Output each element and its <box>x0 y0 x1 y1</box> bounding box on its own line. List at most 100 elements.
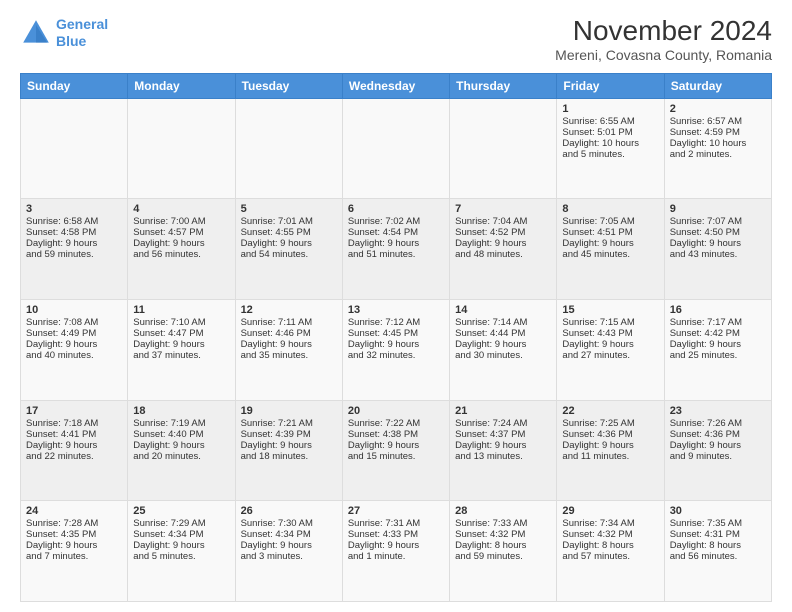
calendar-cell: 28Sunrise: 7:33 AMSunset: 4:32 PMDayligh… <box>450 501 557 602</box>
day-info: and 22 minutes. <box>26 451 122 462</box>
day-number: 23 <box>670 405 766 417</box>
day-info: Daylight: 10 hours <box>670 138 766 149</box>
calendar-cell: 11Sunrise: 7:10 AMSunset: 4:47 PMDayligh… <box>128 300 235 401</box>
day-info: Daylight: 9 hours <box>455 238 551 249</box>
day-info: Sunrise: 7:15 AM <box>562 317 658 328</box>
day-info: and 40 minutes. <box>26 350 122 361</box>
logo: General Blue <box>20 16 108 50</box>
day-info: Sunrise: 7:26 AM <box>670 418 766 429</box>
day-number: 15 <box>562 304 658 316</box>
calendar-cell: 30Sunrise: 7:35 AMSunset: 4:31 PMDayligh… <box>664 501 771 602</box>
calendar-week-5: 24Sunrise: 7:28 AMSunset: 4:35 PMDayligh… <box>21 501 772 602</box>
day-info: Daylight: 9 hours <box>26 540 122 551</box>
calendar-cell: 4Sunrise: 7:00 AMSunset: 4:57 PMDaylight… <box>128 199 235 300</box>
day-info: Sunrise: 7:17 AM <box>670 317 766 328</box>
day-info: and 45 minutes. <box>562 249 658 260</box>
logo-line1: General <box>56 16 108 32</box>
day-info: Sunset: 4:57 PM <box>133 227 229 238</box>
calendar-cell <box>128 98 235 199</box>
day-info: Daylight: 8 hours <box>455 540 551 551</box>
day-info: Daylight: 9 hours <box>670 339 766 350</box>
day-info: Sunrise: 7:02 AM <box>348 216 444 227</box>
day-info: Daylight: 9 hours <box>26 238 122 249</box>
day-info: Sunset: 4:42 PM <box>670 328 766 339</box>
day-info: Daylight: 9 hours <box>562 339 658 350</box>
day-info: Sunrise: 7:29 AM <box>133 518 229 529</box>
day-number: 30 <box>670 505 766 517</box>
day-number: 22 <box>562 405 658 417</box>
day-info: Sunset: 4:33 PM <box>348 529 444 540</box>
day-info: Sunset: 4:51 PM <box>562 227 658 238</box>
day-number: 2 <box>670 103 766 115</box>
day-info: Sunrise: 7:11 AM <box>241 317 337 328</box>
day-number: 19 <box>241 405 337 417</box>
day-info: Daylight: 9 hours <box>241 339 337 350</box>
day-info: and 56 minutes. <box>670 551 766 562</box>
day-info: Sunrise: 7:18 AM <box>26 418 122 429</box>
day-info: and 48 minutes. <box>455 249 551 260</box>
col-monday: Monday <box>128 73 235 98</box>
day-info: and 9 minutes. <box>670 451 766 462</box>
day-info: Sunset: 4:34 PM <box>241 529 337 540</box>
day-info: Sunset: 4:37 PM <box>455 429 551 440</box>
calendar-cell: 27Sunrise: 7:31 AMSunset: 4:33 PMDayligh… <box>342 501 449 602</box>
calendar-cell: 17Sunrise: 7:18 AMSunset: 4:41 PMDayligh… <box>21 400 128 501</box>
calendar-cell: 15Sunrise: 7:15 AMSunset: 4:43 PMDayligh… <box>557 300 664 401</box>
day-number: 14 <box>455 304 551 316</box>
day-info: Sunset: 4:47 PM <box>133 328 229 339</box>
day-info: Sunrise: 7:07 AM <box>670 216 766 227</box>
day-info: Sunset: 4:52 PM <box>455 227 551 238</box>
page: General Blue November 2024 Mereni, Covas… <box>0 0 792 612</box>
day-info: Sunrise: 6:58 AM <box>26 216 122 227</box>
day-info: and 57 minutes. <box>562 551 658 562</box>
day-info: Daylight: 9 hours <box>133 238 229 249</box>
day-info: Daylight: 9 hours <box>348 540 444 551</box>
day-info: Sunset: 4:49 PM <box>26 328 122 339</box>
calendar-cell: 8Sunrise: 7:05 AMSunset: 4:51 PMDaylight… <box>557 199 664 300</box>
day-number: 3 <box>26 203 122 215</box>
day-info: Daylight: 9 hours <box>241 238 337 249</box>
day-info: Daylight: 9 hours <box>133 440 229 451</box>
day-info: Sunset: 4:32 PM <box>455 529 551 540</box>
day-info: Daylight: 9 hours <box>133 540 229 551</box>
day-info: Sunrise: 7:04 AM <box>455 216 551 227</box>
calendar-cell: 22Sunrise: 7:25 AMSunset: 4:36 PMDayligh… <box>557 400 664 501</box>
day-number: 29 <box>562 505 658 517</box>
day-info: Daylight: 9 hours <box>455 440 551 451</box>
calendar-cell: 29Sunrise: 7:34 AMSunset: 4:32 PMDayligh… <box>557 501 664 602</box>
day-info: Sunset: 4:38 PM <box>348 429 444 440</box>
day-info: Sunrise: 7:12 AM <box>348 317 444 328</box>
logo-line2: Blue <box>56 33 86 49</box>
day-number: 1 <box>562 103 658 115</box>
calendar-week-2: 3Sunrise: 6:58 AMSunset: 4:58 PMDaylight… <box>21 199 772 300</box>
day-info: Daylight: 9 hours <box>562 440 658 451</box>
calendar-cell: 6Sunrise: 7:02 AMSunset: 4:54 PMDaylight… <box>342 199 449 300</box>
calendar-cell: 24Sunrise: 7:28 AMSunset: 4:35 PMDayligh… <box>21 501 128 602</box>
day-info: and 3 minutes. <box>241 551 337 562</box>
day-info: Sunset: 4:59 PM <box>670 127 766 138</box>
day-number: 18 <box>133 405 229 417</box>
day-number: 4 <box>133 203 229 215</box>
day-number: 5 <box>241 203 337 215</box>
day-info: Daylight: 9 hours <box>133 339 229 350</box>
day-number: 16 <box>670 304 766 316</box>
day-info: Sunrise: 7:05 AM <box>562 216 658 227</box>
day-info: and 54 minutes. <box>241 249 337 260</box>
calendar-header-row: Sunday Monday Tuesday Wednesday Thursday… <box>21 73 772 98</box>
calendar-cell: 3Sunrise: 6:58 AMSunset: 4:58 PMDaylight… <box>21 199 128 300</box>
day-info: Sunset: 4:34 PM <box>133 529 229 540</box>
day-info: Daylight: 9 hours <box>26 339 122 350</box>
day-info: Sunrise: 7:30 AM <box>241 518 337 529</box>
day-info: Daylight: 9 hours <box>348 238 444 249</box>
day-info: Sunrise: 7:24 AM <box>455 418 551 429</box>
day-number: 9 <box>670 203 766 215</box>
calendar-cell: 20Sunrise: 7:22 AMSunset: 4:38 PMDayligh… <box>342 400 449 501</box>
day-info: Sunrise: 7:22 AM <box>348 418 444 429</box>
day-number: 11 <box>133 304 229 316</box>
day-number: 27 <box>348 505 444 517</box>
day-info: Daylight: 9 hours <box>562 238 658 249</box>
day-number: 20 <box>348 405 444 417</box>
day-info: Daylight: 9 hours <box>26 440 122 451</box>
day-number: 28 <box>455 505 551 517</box>
day-info: and 30 minutes. <box>455 350 551 361</box>
